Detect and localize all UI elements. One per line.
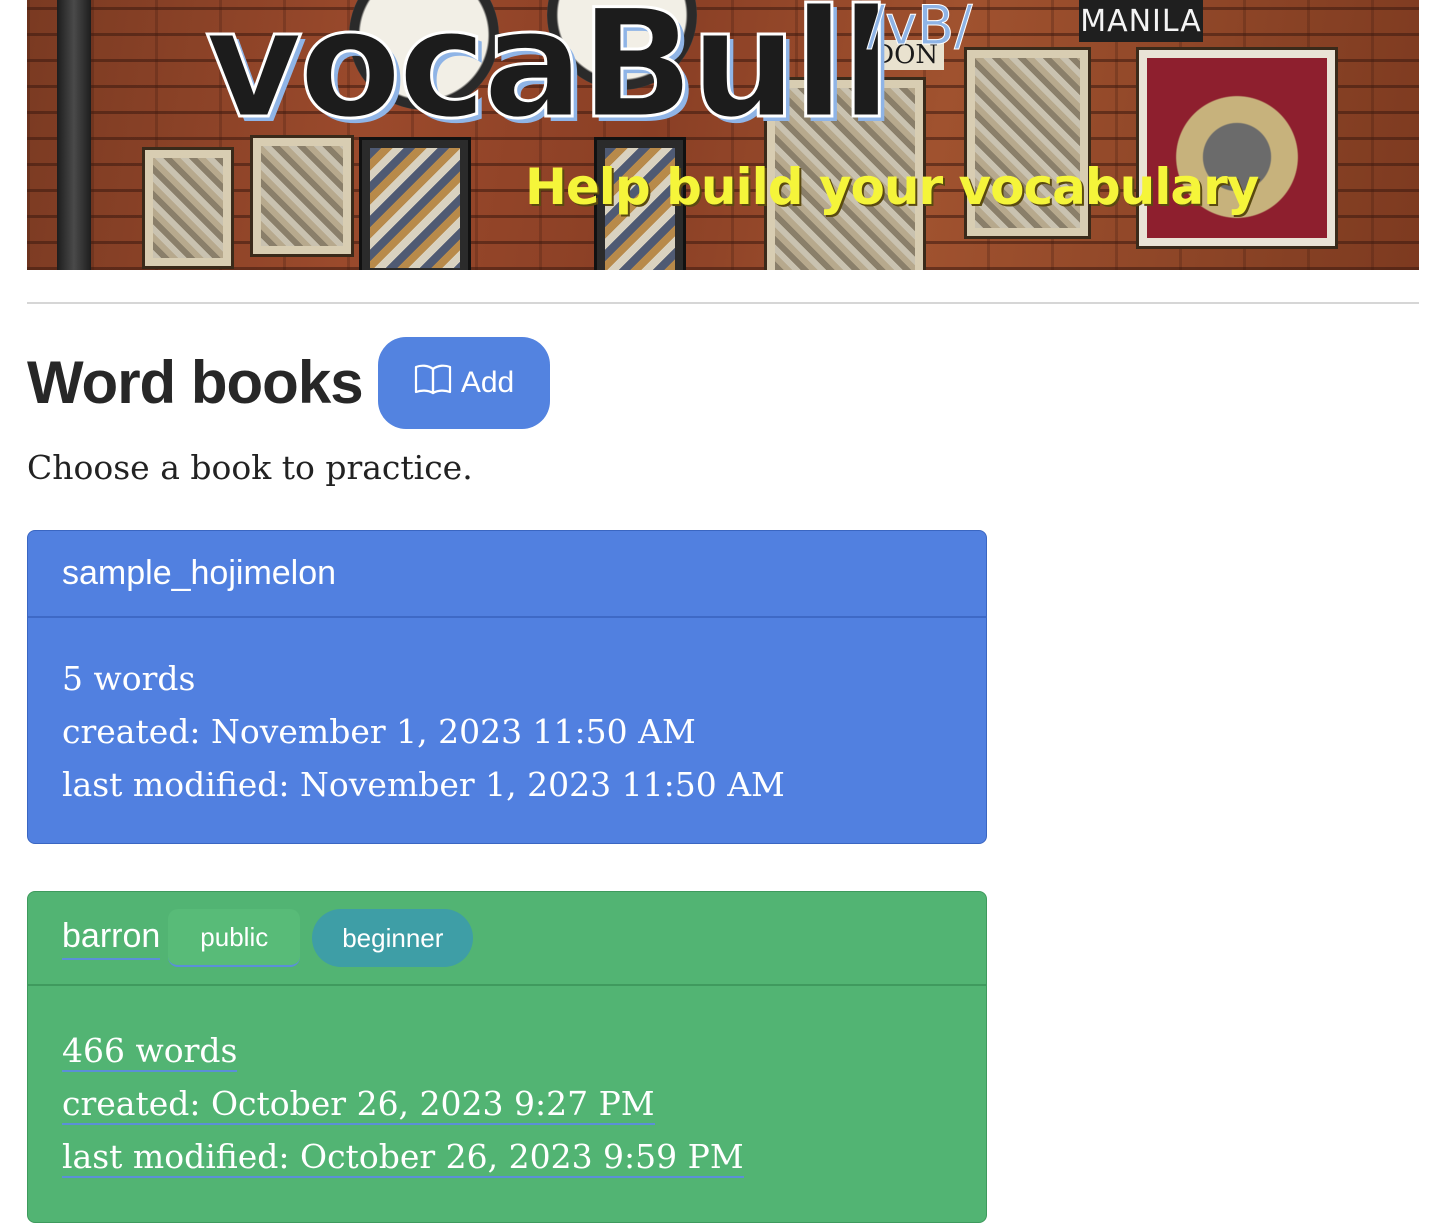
book-card-header: sample_hojimelon — [28, 531, 986, 618]
page-title: Word books — [27, 349, 364, 416]
add-book-button[interactable]: Add — [377, 336, 550, 429]
book-card-body: 466 words created: October 26, 2023 9:27… — [28, 986, 986, 1183]
site-logo-phonetic: /vB/ — [866, 0, 973, 58]
book-card-body: 5 words created: November 1, 2023 11:50 … — [28, 618, 986, 811]
header-divider — [27, 302, 1419, 304]
open-book-icon — [413, 362, 453, 404]
add-book-button-label: Add — [460, 365, 515, 399]
book-last-modified: last modified: November 1, 2023 11:50 AM — [62, 765, 785, 804]
book-card-barron[interactable]: barron public beginner 466 words created… — [27, 891, 987, 1223]
page-subtitle: Choose a book to practice. — [27, 448, 473, 487]
header-banner: MANILA IDON vocaBull /vB/ Help build you… — [27, 0, 1419, 270]
level-badge: beginner — [312, 909, 474, 967]
book-word-count[interactable]: 466 words — [62, 1031, 238, 1072]
book-last-modified[interactable]: last modified: October 26, 2023 9:59 PM — [62, 1137, 744, 1178]
book-created[interactable]: created: October 26, 2023 9:27 PM — [62, 1084, 655, 1125]
banner-frame-decoration — [253, 138, 351, 254]
book-title[interactable]: sample_hojimelon — [62, 554, 336, 593]
book-created: created: November 1, 2023 11:50 AM — [62, 712, 696, 751]
book-card-header: barron public beginner — [28, 892, 986, 986]
banner-frame-decoration — [1139, 50, 1335, 246]
site-tagline: Help build your vocabulary — [525, 158, 1259, 216]
banner-frame-decoration — [145, 150, 231, 266]
banner-sign: MANILA — [1079, 0, 1203, 42]
book-title[interactable]: barron — [62, 917, 161, 960]
banner-frame-decoration — [362, 140, 468, 270]
page-title-row: Word books Add — [27, 336, 550, 429]
banner-pipe-decoration — [57, 0, 91, 270]
book-card-sample-hojimelon[interactable]: sample_hojimelon 5 words created: Novemb… — [27, 530, 987, 844]
site-logo: vocaBull — [204, 0, 894, 152]
visibility-badge[interactable]: public — [168, 909, 301, 967]
book-word-count: 5 words — [62, 659, 196, 698]
